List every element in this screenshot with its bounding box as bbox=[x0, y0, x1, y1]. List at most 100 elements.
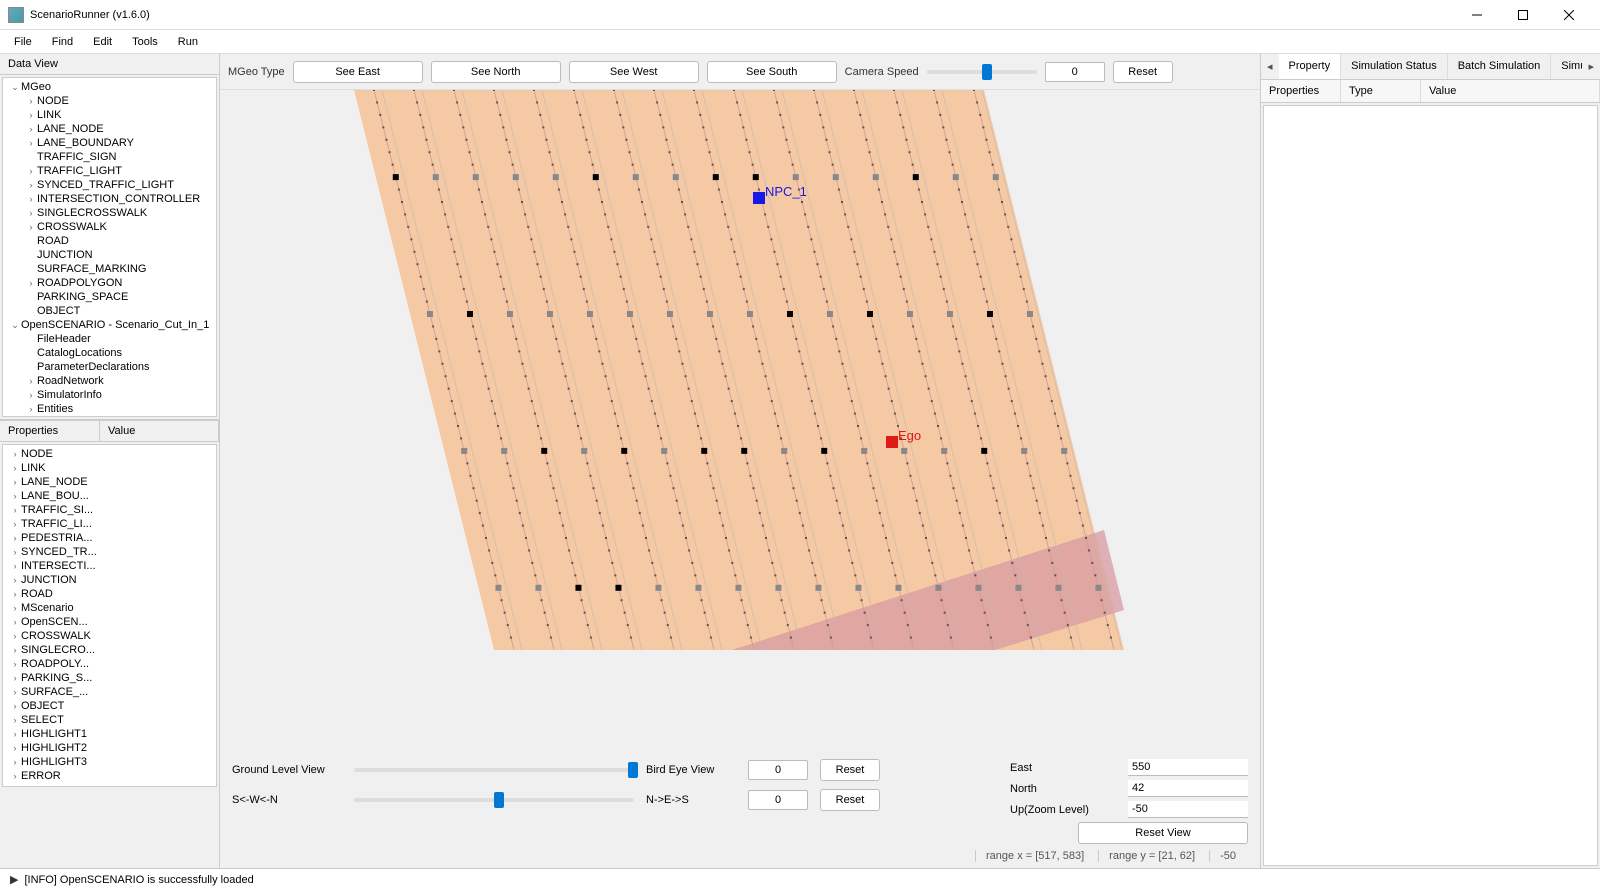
caret-icon[interactable]: › bbox=[25, 138, 37, 148]
north-input[interactable] bbox=[1128, 780, 1248, 797]
tree-item[interactable]: ›CROSSWALK bbox=[3, 629, 216, 643]
caret-icon[interactable]: › bbox=[25, 180, 37, 190]
ground-level-slider[interactable] bbox=[354, 768, 634, 772]
tree-item[interactable]: ›TRAFFIC_SI... bbox=[3, 503, 216, 517]
tree-item[interactable]: ›LANE_BOU... bbox=[3, 489, 216, 503]
caret-icon[interactable]: › bbox=[25, 222, 37, 232]
tree-item[interactable]: ›LANE_BOUNDARY bbox=[3, 136, 216, 150]
tree-item[interactable]: ›SURFACE_... bbox=[3, 685, 216, 699]
tab-simulation-status[interactable]: Simulation Status bbox=[1341, 54, 1448, 79]
caret-icon[interactable]: › bbox=[9, 519, 21, 529]
caret-icon[interactable]: › bbox=[25, 166, 37, 176]
tree-item[interactable]: ›NODE bbox=[3, 447, 216, 461]
heading-value[interactable]: 0 bbox=[748, 790, 808, 810]
camera-reset-button[interactable]: Reset bbox=[1113, 61, 1173, 83]
tree-item[interactable]: ›ROADPOLY... bbox=[3, 657, 216, 671]
caret-icon[interactable]: › bbox=[9, 729, 21, 739]
tab-batch-simulation[interactable]: Batch Simulation bbox=[1448, 54, 1552, 79]
heading-slider[interactable] bbox=[354, 798, 634, 802]
tree-item[interactable]: ›Entities bbox=[3, 402, 216, 416]
tree-item[interactable]: ›ERROR bbox=[3, 769, 216, 783]
caret-icon[interactable]: › bbox=[9, 645, 21, 655]
see-west-button[interactable]: See West bbox=[569, 61, 699, 83]
tree-item[interactable]: ›HIGHLIGHT1 bbox=[3, 727, 216, 741]
up-input[interactable] bbox=[1128, 801, 1248, 818]
see-north-button[interactable]: See North bbox=[431, 61, 561, 83]
caret-icon[interactable]: › bbox=[9, 701, 21, 711]
ego-marker[interactable] bbox=[886, 436, 898, 448]
tree-item[interactable]: ›JUNCTION bbox=[3, 573, 216, 587]
caret-icon[interactable]: › bbox=[9, 617, 21, 627]
caret-icon[interactable]: › bbox=[25, 208, 37, 218]
camera-speed-value[interactable]: 0 bbox=[1045, 62, 1105, 82]
tree-item[interactable]: ›CROSSWALK bbox=[3, 220, 216, 234]
caret-icon[interactable]: ⌄ bbox=[9, 82, 21, 93]
tree-item[interactable]: ›OBJECT bbox=[3, 699, 216, 713]
tree-item[interactable]: ›INTERSECTI... bbox=[3, 559, 216, 573]
caret-icon[interactable]: › bbox=[9, 589, 21, 599]
caret-icon[interactable]: › bbox=[9, 547, 21, 557]
caret-icon[interactable]: ⌄ bbox=[9, 320, 21, 331]
tree-item[interactable]: ›PEDESTRIA... bbox=[3, 531, 216, 545]
tree-item[interactable]: ›SYNCED_TR... bbox=[3, 545, 216, 559]
tree-item[interactable]: ›LINK bbox=[3, 461, 216, 475]
map-canvas[interactable]: NPC_1 Ego bbox=[224, 90, 1256, 751]
menu-tools[interactable]: Tools bbox=[122, 33, 168, 51]
caret-icon[interactable]: › bbox=[9, 575, 21, 585]
properties-tree[interactable]: ›NODE›LINK›LANE_NODE›LANE_BOU...›TRAFFIC… bbox=[2, 444, 217, 787]
tree-item[interactable]: CatalogLocations bbox=[3, 346, 216, 360]
maximize-button[interactable] bbox=[1500, 0, 1546, 30]
tree-item[interactable]: ›MScenario bbox=[3, 601, 216, 615]
data-view-tree[interactable]: ⌄MGeo›NODE›LINK›LANE_NODE›LANE_BOUNDARYT… bbox=[2, 77, 217, 417]
tree-item[interactable]: ›SimulatorInfo bbox=[3, 388, 216, 402]
caret-icon[interactable]: › bbox=[9, 449, 21, 459]
caret-icon[interactable]: › bbox=[25, 110, 37, 120]
tree-item[interactable]: TRAFFIC_SIGN bbox=[3, 150, 216, 164]
tree-item[interactable]: ›RoadNetwork bbox=[3, 374, 216, 388]
caret-icon[interactable]: › bbox=[25, 404, 37, 414]
tree-item[interactable]: ⌄OpenSCENARIO - Scenario_Cut_In_1 bbox=[3, 318, 216, 332]
tree-item[interactable]: ›HIGHLIGHT2 bbox=[3, 741, 216, 755]
tree-item[interactable]: ›LANE_NODE bbox=[3, 122, 216, 136]
tree-item[interactable]: ›SINGLECRO... bbox=[3, 643, 216, 657]
tree-item[interactable]: ›SELECT bbox=[3, 713, 216, 727]
caret-icon[interactable]: › bbox=[9, 533, 21, 543]
caret-icon[interactable]: › bbox=[9, 491, 21, 501]
tree-item[interactable]: PARKING_SPACE bbox=[3, 290, 216, 304]
tree-item[interactable]: ⌄MGeo bbox=[3, 80, 216, 94]
caret-icon[interactable]: › bbox=[9, 757, 21, 767]
see-east-button[interactable]: See East bbox=[293, 61, 423, 83]
caret-icon[interactable]: › bbox=[9, 659, 21, 669]
caret-icon[interactable]: › bbox=[9, 463, 21, 473]
tab-scroll-right-icon[interactable]: ▸ bbox=[1582, 56, 1600, 77]
tree-item[interactable]: ParameterDeclarations bbox=[3, 360, 216, 374]
play-icon[interactable]: ▶ bbox=[10, 873, 18, 886]
tree-item[interactable]: FileHeader bbox=[3, 332, 216, 346]
tree-item[interactable]: ›OpenSCEN... bbox=[3, 615, 216, 629]
menu-file[interactable]: File bbox=[4, 33, 42, 51]
property-grid-body[interactable] bbox=[1263, 105, 1598, 866]
heading-thumb[interactable] bbox=[494, 792, 504, 808]
tree-item[interactable]: SURFACE_MARKING bbox=[3, 262, 216, 276]
caret-icon[interactable]: › bbox=[9, 673, 21, 683]
caret-icon[interactable]: › bbox=[9, 771, 21, 781]
tree-item[interactable]: ›INTERSECTION_CONTROLLER bbox=[3, 192, 216, 206]
tree-item[interactable]: ›LANE_NODE bbox=[3, 475, 216, 489]
tab-scroll-left-icon[interactable]: ◂ bbox=[1261, 56, 1279, 77]
caret-icon[interactable]: › bbox=[9, 631, 21, 641]
caret-icon[interactable]: › bbox=[25, 194, 37, 204]
tree-item[interactable]: ROAD bbox=[3, 234, 216, 248]
ground-level-thumb[interactable] bbox=[628, 762, 638, 778]
menu-edit[interactable]: Edit bbox=[83, 33, 122, 51]
caret-icon[interactable]: › bbox=[25, 124, 37, 134]
caret-icon[interactable]: › bbox=[9, 477, 21, 487]
camera-speed-slider[interactable] bbox=[927, 70, 1037, 74]
tab-simulati[interactable]: Simulati bbox=[1551, 54, 1582, 79]
tree-item[interactable]: ›HIGHLIGHT3 bbox=[3, 755, 216, 769]
tab-property[interactable]: Property bbox=[1279, 54, 1342, 79]
minimize-button[interactable] bbox=[1454, 0, 1500, 30]
tree-item[interactable]: OBJECT bbox=[3, 304, 216, 318]
caret-icon[interactable]: › bbox=[9, 715, 21, 725]
tree-item[interactable]: ›SINGLECROSSWALK bbox=[3, 206, 216, 220]
caret-icon[interactable]: › bbox=[25, 96, 37, 106]
